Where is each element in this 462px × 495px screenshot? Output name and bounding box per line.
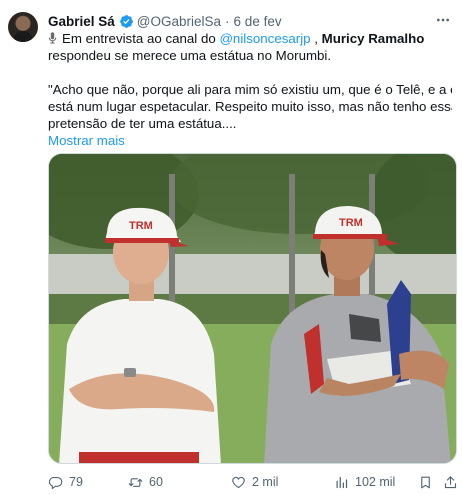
separator-dot: · (225, 13, 230, 29)
mention-link[interactable]: @nilsoncesarjp (219, 31, 310, 46)
tweet-photo[interactable]: TRM TRM (48, 153, 457, 464)
author-handle[interactable]: @OGabrielSa (137, 14, 221, 29)
text-separator: , (310, 31, 322, 46)
microphone-icon (48, 30, 58, 47)
views-button[interactable]: 102 mil (334, 475, 395, 490)
views-icon (336, 476, 348, 488)
show-more-link[interactable]: Mostrar mais (48, 132, 452, 149)
bookmark-button[interactable] (418, 475, 439, 490)
reply-button[interactable]: 79 (48, 475, 83, 490)
retweet-icon (128, 477, 143, 487)
heart-icon (232, 476, 245, 488)
cap-right-logo: TRM (339, 217, 363, 229)
action-bar: 79 60 2 mil 102 mil (48, 472, 457, 492)
more-icon[interactable] (434, 12, 452, 28)
text-line-2: respondeu se merece uma estátua no Morum… (48, 48, 332, 63)
photo-illustration: TRM TRM (49, 154, 456, 463)
avatar[interactable] (8, 12, 38, 42)
tweet-date[interactable]: 6 de fev (234, 14, 282, 29)
bold-name: Muricy Ramalho (321, 31, 425, 46)
tweet-header: Gabriel Sá @OGabrielSa · 6 de fev (48, 12, 282, 30)
quote-line-2: está num lugar espetacular. Respeito mui… (48, 99, 452, 114)
share-icon (444, 475, 457, 488)
reply-count: 79 (69, 475, 83, 489)
text-segment: Em entrevista ao canal do (62, 31, 220, 46)
share-button[interactable] (443, 475, 462, 490)
retweet-count: 60 (149, 475, 163, 489)
retweet-button[interactable]: 60 (128, 475, 163, 490)
reply-icon (48, 476, 63, 490)
text-line-1: Em entrevista ao canal do @nilsoncesarjp… (48, 30, 452, 47)
verified-badge-icon (119, 14, 134, 29)
author-name[interactable]: Gabriel Sá (48, 14, 115, 29)
quote-line-1: "Acho que não, porque ali para mim só ex… (48, 82, 452, 97)
tweet[interactable]: Gabriel Sá @OGabrielSa · 6 de fev Em ent… (0, 0, 462, 495)
like-button[interactable]: 2 mil (231, 475, 278, 490)
tweet-text: Em entrevista ao canal do @nilsoncesarjp… (48, 30, 452, 149)
bookmark-icon (421, 476, 430, 488)
quote-line-3: pretensão de ter uma estátua.... (48, 116, 237, 131)
cap-left-logo: TRM (129, 220, 153, 232)
like-count: 2 mil (252, 475, 279, 489)
views-count: 102 mil (355, 475, 396, 489)
